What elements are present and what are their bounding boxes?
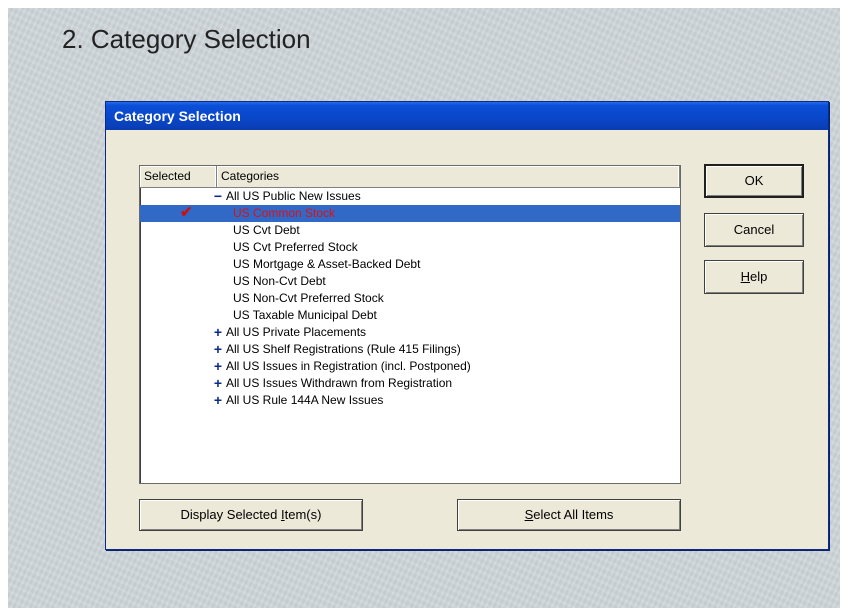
category-item-row[interactable]: US Non-Cvt Debt xyxy=(140,273,680,290)
help-button-label: elp xyxy=(750,269,768,284)
column-header-selected[interactable]: Selected xyxy=(140,166,217,187)
category-label: US Non-Cvt Preferred Stock xyxy=(233,291,384,305)
category-group-row[interactable]: + All US Issues in Registration (incl. Po… xyxy=(140,358,680,375)
slide-background: 2. Category Selection Category Selection… xyxy=(8,8,840,608)
categories-listbox[interactable]: Selected Categories − All US Public New I… xyxy=(139,165,681,484)
check-mark-icon: ✔ xyxy=(180,204,193,221)
category-selection-dialog: Category Selection Selected Categories −… xyxy=(105,101,829,550)
category-label: All US Rule 144A New Issues xyxy=(226,393,384,407)
ok-button[interactable]: OK xyxy=(704,164,804,198)
category-item-row[interactable]: US Taxable Municipal Debt xyxy=(140,307,680,324)
category-label: US Common Stock xyxy=(233,206,336,220)
category-item-row[interactable]: US Cvt Debt xyxy=(140,222,680,239)
category-item-row[interactable]: US Mortgage & Asset-Backed Debt xyxy=(140,256,680,273)
category-group-row[interactable]: + All US Issues Withdrawn from Registrati… xyxy=(140,375,680,392)
category-rows: − All US Public New Issues ✔ US Common Stoc… xyxy=(140,188,680,409)
select-all-mnemonic: S xyxy=(524,507,534,522)
display-selected-label-post: tem(s) xyxy=(284,507,322,522)
select-all-items-button[interactable]: Select All Items xyxy=(457,499,681,531)
category-group-row[interactable]: + All US Private Placements xyxy=(140,324,680,341)
category-label: US Cvt Debt xyxy=(233,223,300,237)
category-label: US Mortgage & Asset-Backed Debt xyxy=(233,257,421,271)
expand-plus-icon[interactable]: + xyxy=(212,324,224,341)
slide-title: 2. Category Selection xyxy=(62,24,311,54)
expand-plus-icon[interactable]: + xyxy=(212,341,224,358)
expand-plus-icon[interactable]: + xyxy=(212,358,224,375)
category-label: US Taxable Municipal Debt xyxy=(233,308,377,322)
category-label: All US Public New Issues xyxy=(226,189,361,203)
collapse-minus-icon[interactable]: − xyxy=(212,188,224,205)
help-button[interactable]: Help xyxy=(704,260,804,294)
expand-plus-icon[interactable]: + xyxy=(212,375,224,392)
category-label: All US Private Placements xyxy=(226,325,367,339)
category-label: All US Issues Withdrawn from Registratio… xyxy=(226,376,453,390)
cancel-button[interactable]: Cancel xyxy=(704,213,804,247)
category-label: US Cvt Preferred Stock xyxy=(233,240,358,254)
list-header: Selected Categories xyxy=(140,166,680,188)
category-group-row[interactable]: − All US Public New Issues xyxy=(140,188,680,205)
help-button-mnemonic: H xyxy=(740,269,751,284)
category-item-row[interactable]: ✔ US Common Stock xyxy=(140,204,680,222)
category-group-row[interactable]: + All US Shelf Registrations (Rule 415 Fi… xyxy=(140,341,680,358)
display-selected-items-button[interactable]: Display Selected Item(s) xyxy=(139,499,363,531)
category-label: All US Shelf Registrations (Rule 415 Fil… xyxy=(226,342,461,356)
category-label: All US Issues in Registration (incl. Pos… xyxy=(226,359,471,373)
category-item-row[interactable]: US Cvt Preferred Stock xyxy=(140,239,680,256)
category-item-row[interactable]: US Non-Cvt Preferred Stock xyxy=(140,290,680,307)
select-all-label: elect All Items xyxy=(533,507,614,522)
column-header-categories[interactable]: Categories xyxy=(217,166,680,187)
category-group-row[interactable]: + All US Rule 144A New Issues xyxy=(140,392,680,409)
category-label: US Non-Cvt Debt xyxy=(233,274,326,288)
expand-plus-icon[interactable]: + xyxy=(212,392,224,409)
dialog-titlebar: Category Selection xyxy=(106,102,828,130)
display-selected-label-pre: Display Selected xyxy=(180,507,281,522)
